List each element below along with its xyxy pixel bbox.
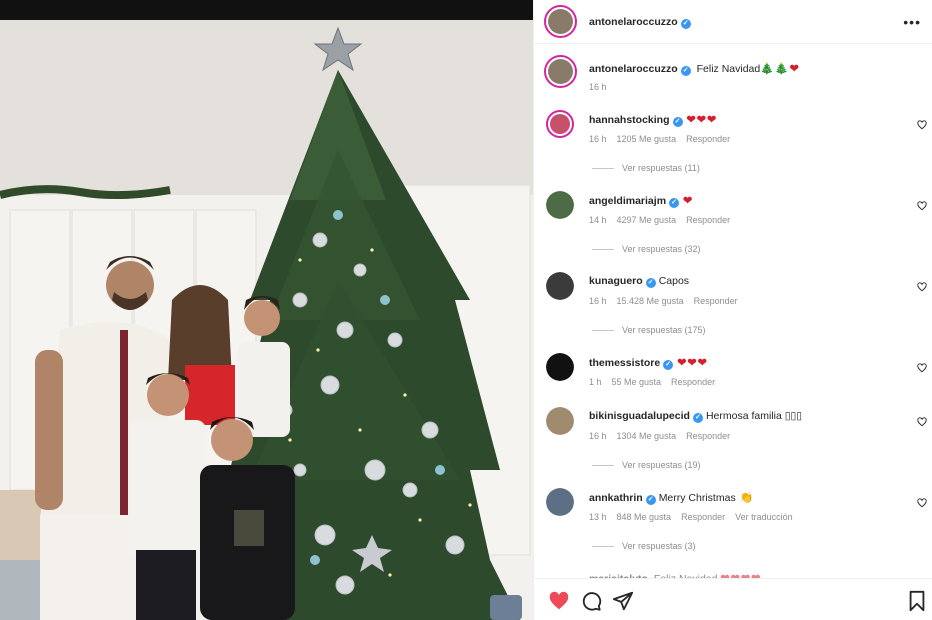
like-outline-icon[interactable] (917, 120, 927, 130)
like-outline-icon[interactable] (917, 282, 927, 292)
reply-button[interactable]: Responder (694, 296, 738, 306)
reply-button[interactable]: Responder (686, 431, 730, 441)
replies-divider (592, 546, 614, 548)
comment-username[interactable]: hannahstocking (589, 114, 670, 126)
caption-line: antonelaroccuzzo ✓ Feliz Navidad🎄🎄❤ (589, 62, 800, 76)
reply-button[interactable]: Responder (686, 215, 730, 225)
comment-avatar[interactable] (546, 488, 574, 516)
comment-emoji: 👏 (739, 492, 755, 504)
comment-meta: 14 h 4297 Me gusta Responder (589, 215, 740, 225)
view-replies-button[interactable]: Ver respuestas (19) (592, 460, 701, 470)
comment-avatar[interactable] (546, 272, 574, 300)
post-header: antonelaroccuzzo ✓ ••• (534, 0, 932, 44)
like-outline-icon[interactable] (917, 363, 927, 373)
comment-time: 16 h (589, 431, 607, 441)
replies-divider (592, 465, 614, 467)
view-replies-label[interactable]: Ver respuestas (19) (622, 460, 701, 470)
comment-line: angeldimariajm ✓ ❤ (589, 194, 693, 208)
view-replies-label[interactable]: Ver respuestas (11) (622, 163, 700, 173)
verified-icon: ✓ (680, 19, 691, 29)
view-replies-button[interactable]: Ver respuestas (3) (592, 541, 696, 551)
share-icon[interactable] (612, 590, 634, 612)
comment-avatar[interactable] (546, 191, 574, 219)
instagram-post-view: antonelaroccuzzo ✓ ••• antonelaroccuzzo ✓ … (0, 0, 932, 620)
view-replies-button[interactable]: Ver respuestas (11) (592, 163, 700, 173)
comment-time: 14 h (589, 215, 607, 225)
caption-emoji: 🎄🎄❤ (760, 63, 800, 75)
comment-avatar[interactable] (546, 407, 574, 435)
verified-icon: ✓ (645, 278, 656, 288)
replies-divider (592, 168, 614, 170)
view-replies-label[interactable]: Ver respuestas (3) (622, 541, 696, 551)
view-replies-button[interactable]: Ver respuestas (175) (592, 325, 706, 335)
comment-time: 1 h (589, 377, 602, 387)
comment-username[interactable]: themessistore (589, 357, 660, 369)
post-photo[interactable] (0, 0, 533, 620)
comment-line: themessistore ✓ ❤❤❤ (589, 356, 708, 370)
comment-icon[interactable] (580, 590, 602, 612)
comment-likes[interactable]: 1304 Me gusta (617, 431, 677, 441)
reply-button[interactable]: Responder (671, 377, 715, 387)
header-username[interactable]: antonelaroccuzzo ✓ (589, 16, 691, 29)
comment-line: bikinisguadalupecid ✓ Hermosa familia ▯▯▯ (589, 410, 802, 423)
like-outline-icon[interactable] (917, 417, 927, 427)
translate-button[interactable]: Ver traducción (735, 512, 793, 522)
comment-likes[interactable]: 4297 Me gusta (617, 215, 677, 225)
reply-button[interactable]: Responder (686, 134, 730, 144)
comment-username[interactable]: annkathrin (589, 492, 643, 504)
comment-username[interactable]: kunaguero (589, 275, 643, 287)
bookmark-icon[interactable] (906, 590, 928, 612)
comment-meta: 16 h 1205 Me gusta Responder (589, 134, 740, 144)
family-christmas-tree-photo (0, 20, 533, 620)
verified-icon: ✓ (672, 117, 683, 127)
comment-time: 13 h (589, 512, 607, 522)
comment-emoji: ❤ (683, 195, 694, 207)
comment-text: Hermosa familia ▯▯▯ (705, 410, 803, 422)
comment-avatar[interactable] (546, 353, 574, 381)
comment-time: 16 h (589, 134, 607, 144)
comment-time: 16 h (589, 296, 607, 306)
author-avatar[interactable] (544, 5, 577, 38)
view-replies-label[interactable]: Ver respuestas (32) (622, 244, 701, 254)
post-side-panel: antonelaroccuzzo ✓ ••• antonelaroccuzzo ✓ … (533, 0, 932, 620)
comment-text: Capos (658, 275, 690, 287)
header-username-text[interactable]: antonelaroccuzzo (589, 16, 678, 28)
heart-filled-icon[interactable] (548, 590, 570, 612)
verified-icon: ✓ (663, 360, 674, 370)
replies-divider (592, 330, 614, 332)
comment-likes[interactable]: 55 Me gusta (612, 377, 662, 387)
view-replies-button[interactable]: Ver respuestas (32) (592, 244, 701, 254)
caption-avatar[interactable] (544, 55, 577, 88)
like-outline-icon[interactable] (917, 498, 927, 508)
comment-avatar[interactable] (546, 110, 574, 138)
comment-line: kunaguero ✓ Capos (589, 275, 689, 288)
comment-line: hannahstocking ✓ ❤❤❤ (589, 113, 717, 127)
comment-likes[interactable]: 15.428 Me gusta (617, 296, 684, 306)
comment-emoji: ❤❤❤ (686, 114, 718, 126)
verified-icon: ✓ (680, 66, 691, 76)
caption-time: 16 h (589, 82, 607, 92)
reply-button[interactable]: Responder (681, 512, 725, 522)
comment-line: annkathrin ✓ Merry Christmas 👏 (589, 491, 754, 505)
comment-emoji: ❤❤❤ (677, 357, 708, 369)
caption-text: Feliz Navidad (696, 63, 761, 75)
caption-username[interactable]: antonelaroccuzzo (589, 63, 678, 75)
verified-icon: ✓ (669, 198, 680, 208)
comment-likes[interactable]: 848 Me gusta (617, 512, 672, 522)
comment-meta: 13 h 848 Me gusta Responder Ver traducción (589, 512, 803, 522)
comment-meta: 16 h 1304 Me gusta Responder (589, 431, 740, 441)
verified-icon: ✓ (692, 413, 703, 423)
replies-divider (592, 249, 614, 251)
verified-icon: ✓ (645, 495, 656, 505)
comment-text: Merry Christmas (658, 492, 736, 504)
more-icon[interactable]: ••• (903, 14, 921, 30)
comment-username[interactable]: bikinisguadalupecid (589, 410, 690, 422)
comment-meta: 1 h 55 Me gusta Responder (589, 377, 725, 387)
like-outline-icon[interactable] (917, 201, 927, 211)
comment-meta: 16 h 15.428 Me gusta Responder (589, 296, 748, 306)
action-bar (534, 578, 932, 620)
comment-likes[interactable]: 1205 Me gusta (617, 134, 677, 144)
view-replies-label[interactable]: Ver respuestas (175) (622, 325, 706, 335)
comment-username[interactable]: angeldimariajm (589, 195, 666, 207)
